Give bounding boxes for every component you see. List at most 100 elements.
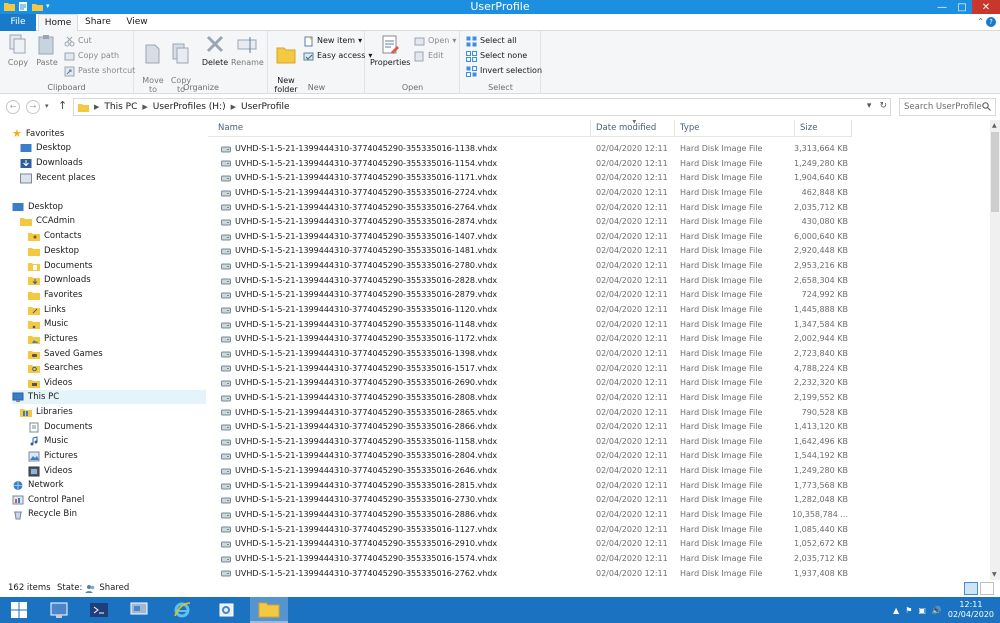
nav-library-pictures[interactable]: Pictures — [28, 449, 78, 463]
delete-button[interactable]: Delete — [201, 34, 229, 67]
file-row[interactable]: UVHD-S-1-5-21-1399444310-3774045290-3553… — [208, 142, 852, 157]
nav-searches[interactable]: Searches — [28, 361, 83, 375]
nav-libraries[interactable]: Libraries — [20, 405, 73, 419]
address-history-dropdown-icon[interactable]: ▾ — [867, 101, 872, 111]
large-icons-view-button[interactable] — [980, 582, 994, 595]
file-row[interactable]: UVHD-S-1-5-21-1399444310-3774045290-3553… — [208, 479, 852, 494]
flag-icon[interactable]: ⚑ — [905, 606, 912, 615]
network-tray-icon[interactable]: ▣ — [918, 606, 926, 615]
taskbar-internet-explorer[interactable] — [163, 597, 201, 623]
column-date-modified[interactable]: Date modified — [591, 120, 675, 137]
address-bar[interactable]: ▶ This PC ▶ UserProfiles (H:) ▶ UserProf… — [73, 98, 891, 116]
file-row[interactable]: UVHD-S-1-5-21-1399444310-3774045290-3553… — [208, 391, 852, 406]
copy-button[interactable]: Copy — [6, 34, 30, 67]
nav-documents[interactable]: Documents — [28, 259, 92, 273]
cut-button[interactable]: Cut — [64, 34, 92, 48]
nav-library-videos[interactable]: Videos — [28, 464, 72, 478]
file-row[interactable]: UVHD-S-1-5-21-1399444310-3774045290-3553… — [208, 215, 852, 230]
properties-button[interactable]: Properties — [370, 34, 410, 67]
nav-network[interactable]: Network — [12, 478, 64, 492]
file-row[interactable]: UVHD-S-1-5-21-1399444310-3774045290-3553… — [208, 537, 852, 552]
taskbar-tools[interactable] — [208, 597, 246, 623]
start-button[interactable] — [0, 597, 38, 623]
copy-path-button[interactable]: Copy path — [64, 49, 119, 63]
file-row[interactable]: UVHD-S-1-5-21-1399444310-3774045290-3553… — [208, 288, 852, 303]
invert-selection-button[interactable]: Invert selection — [466, 64, 542, 78]
nav-ccadmin[interactable]: CCAdmin — [20, 214, 75, 228]
refresh-icon[interactable]: ↻ — [879, 101, 887, 111]
nav-downloads[interactable]: Downloads — [28, 273, 91, 287]
nav-videos[interactable]: Videos — [28, 376, 72, 390]
rename-button[interactable]: Rename — [231, 34, 264, 67]
forward-button[interactable]: → — [26, 100, 40, 114]
breadcrumb-this-pc[interactable]: This PC — [104, 102, 137, 112]
file-row[interactable]: UVHD-S-1-5-21-1399444310-3774045290-3553… — [208, 552, 852, 567]
open-button[interactable]: Open ▾ — [414, 34, 456, 48]
file-row[interactable]: UVHD-S-1-5-21-1399444310-3774045290-3553… — [208, 508, 852, 523]
recent-locations-icon[interactable]: ▾ — [45, 102, 49, 110]
tab-home[interactable]: Home — [38, 14, 78, 32]
collapse-ribbon-icon[interactable]: ⌃ — [977, 17, 984, 26]
column-type[interactable]: Type — [675, 120, 795, 137]
nav-recent-places[interactable]: Recent places — [20, 171, 95, 185]
breadcrumb-folder[interactable]: UserProfile — [241, 102, 290, 112]
file-row[interactable]: UVHD-S-1-5-21-1399444310-3774045290-3553… — [208, 523, 852, 538]
nav-control-panel[interactable]: Control Panel — [12, 493, 84, 507]
file-row[interactable]: UVHD-S-1-5-21-1399444310-3774045290-3553… — [208, 244, 852, 259]
tab-file[interactable]: File — [0, 14, 36, 31]
file-row[interactable]: UVHD-S-1-5-21-1399444310-3774045290-3553… — [208, 332, 852, 347]
search-input[interactable]: Search UserProfile — [899, 98, 996, 116]
nav-contacts[interactable]: Contacts — [28, 229, 82, 243]
column-size[interactable]: Size — [795, 120, 852, 137]
file-row[interactable]: UVHD-S-1-5-21-1399444310-3774045290-3553… — [208, 186, 852, 201]
nav-favorites-desktop[interactable]: Desktop — [20, 141, 71, 155]
file-row[interactable]: UVHD-S-1-5-21-1399444310-3774045290-3553… — [208, 464, 852, 479]
nav-ccadmin-desktop[interactable]: Desktop — [28, 244, 79, 258]
file-row[interactable]: UVHD-S-1-5-21-1399444310-3774045290-3553… — [208, 435, 852, 450]
vertical-scrollbar[interactable]: ▲ ▼ — [990, 120, 1000, 580]
nav-favorites-folder[interactable]: Favorites — [28, 288, 82, 302]
file-row[interactable]: UVHD-S-1-5-21-1399444310-3774045290-3553… — [208, 259, 852, 274]
file-row[interactable]: UVHD-S-1-5-21-1399444310-3774045290-3553… — [208, 376, 852, 391]
nav-recycle-bin[interactable]: Recycle Bin — [12, 507, 77, 521]
back-button[interactable]: ← — [6, 100, 20, 114]
file-row[interactable]: UVHD-S-1-5-21-1399444310-3774045290-3553… — [208, 318, 852, 333]
taskbar-powershell[interactable] — [80, 597, 118, 623]
show-hidden-icons-icon[interactable]: ▲ — [893, 606, 899, 615]
nav-saved-games[interactable]: Saved Games — [28, 347, 103, 361]
nav-favorites-downloads[interactable]: Downloads — [20, 156, 83, 170]
edit-button[interactable]: Edit — [414, 49, 444, 63]
taskbar-server-manager[interactable] — [40, 597, 78, 623]
file-row[interactable]: UVHD-S-1-5-21-1399444310-3774045290-3553… — [208, 171, 852, 186]
nav-favorites[interactable]: ★ Favorites — [12, 127, 64, 141]
nav-library-documents[interactable]: Documents — [28, 420, 92, 434]
paste-shortcut-button[interactable]: Paste shortcut — [64, 64, 135, 78]
nav-this-pc[interactable]: This PC — [12, 390, 206, 404]
file-row[interactable]: UVHD-S-1-5-21-1399444310-3774045290-3553… — [208, 493, 852, 508]
tab-view[interactable]: View — [120, 14, 154, 31]
up-button[interactable]: ↑ — [58, 99, 67, 112]
file-row[interactable]: UVHD-S-1-5-21-1399444310-3774045290-3553… — [208, 567, 852, 580]
taskbar-file-explorer[interactable] — [250, 597, 288, 623]
file-row[interactable]: UVHD-S-1-5-21-1399444310-3774045290-3553… — [208, 274, 852, 289]
file-row[interactable]: UVHD-S-1-5-21-1399444310-3774045290-3553… — [208, 449, 852, 464]
maximize-button[interactable]: □ — [952, 0, 972, 14]
scroll-down-icon[interactable]: ▼ — [992, 571, 997, 578]
select-none-button[interactable]: Select none — [466, 49, 527, 63]
file-row[interactable]: UVHD-S-1-5-21-1399444310-3774045290-3553… — [208, 230, 852, 245]
breadcrumb-drive[interactable]: UserProfiles (H:) — [153, 102, 226, 112]
new-item-button[interactable]: New item ▾ — [303, 34, 362, 48]
file-row[interactable]: UVHD-S-1-5-21-1399444310-3774045290-3553… — [208, 347, 852, 362]
file-row[interactable]: UVHD-S-1-5-21-1399444310-3774045290-3553… — [208, 201, 852, 216]
file-row[interactable]: UVHD-S-1-5-21-1399444310-3774045290-3553… — [208, 420, 852, 435]
select-all-button[interactable]: Select all — [466, 34, 517, 48]
volume-icon[interactable]: 🔊 — [932, 606, 942, 615]
details-view-button[interactable] — [964, 582, 978, 595]
file-row[interactable]: UVHD-S-1-5-21-1399444310-3774045290-3553… — [208, 157, 852, 172]
file-row[interactable]: UVHD-S-1-5-21-1399444310-3774045290-3553… — [208, 303, 852, 318]
nav-library-music[interactable]: Music — [28, 434, 68, 448]
file-row[interactable]: UVHD-S-1-5-21-1399444310-3774045290-3553… — [208, 406, 852, 421]
file-row[interactable]: UVHD-S-1-5-21-1399444310-3774045290-3553… — [208, 362, 852, 377]
paste-button[interactable]: Paste — [34, 34, 60, 67]
easy-access-button[interactable]: Easy access ▾ — [303, 49, 372, 63]
